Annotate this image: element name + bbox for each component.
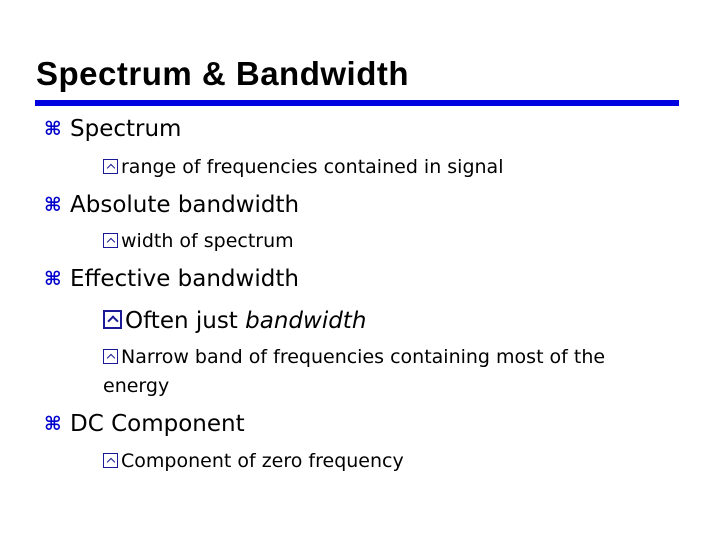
sub-bullet-continuation: energy [103, 375, 170, 397]
bullet-text: DC Component [70, 411, 245, 437]
emphasis-text: bandwidth [245, 308, 367, 334]
sub-bullet: Narrow band of frequencies containing mo… [103, 345, 605, 369]
boxed-chevron-bullet-icon [103, 159, 118, 174]
sub-bullet-text: width of spectrum [121, 230, 294, 252]
sub-bullet: width of spectrum [103, 229, 294, 253]
sub-bullet: range of frequencies contained in signal [103, 155, 503, 179]
bullet-dc-component: ⌘ DC Component [44, 410, 245, 438]
sub-bullet-text: Often just [125, 308, 246, 334]
bullet-text: Absolute bandwidth [70, 192, 300, 218]
boxed-chevron-bullet-icon [103, 310, 122, 329]
command-key-bullet-icon: ⌘ [44, 118, 62, 140]
boxed-chevron-bullet-icon [103, 233, 118, 248]
bullet-absolute-bandwidth: ⌘ Absolute bandwidth [44, 191, 299, 219]
bullet-text: Spectrum [70, 116, 182, 142]
boxed-chevron-bullet-icon [103, 349, 118, 364]
bullet-text: Effective bandwidth [70, 266, 299, 292]
command-key-bullet-icon: ⌘ [44, 194, 62, 216]
sub-bullet: Component of zero frequency [103, 449, 404, 473]
boxed-chevron-bullet-icon [103, 453, 118, 468]
command-key-bullet-icon: ⌘ [44, 413, 62, 435]
sub-bullet-text: Component of zero frequency [121, 450, 404, 472]
sub-bullet-text: Narrow band of frequencies containing mo… [121, 346, 606, 368]
bullet-effective-bandwidth: ⌘ Effective bandwidth [44, 265, 299, 293]
command-key-bullet-icon: ⌘ [44, 268, 62, 290]
slide-title: Spectrum & Bandwidth [36, 55, 410, 92]
sub-bullet: Often just bandwidth [103, 307, 366, 335]
sub-bullet-text: range of frequencies contained in signal [121, 156, 504, 178]
bullet-spectrum: ⌘ Spectrum [44, 115, 181, 143]
title-underline [35, 100, 679, 106]
